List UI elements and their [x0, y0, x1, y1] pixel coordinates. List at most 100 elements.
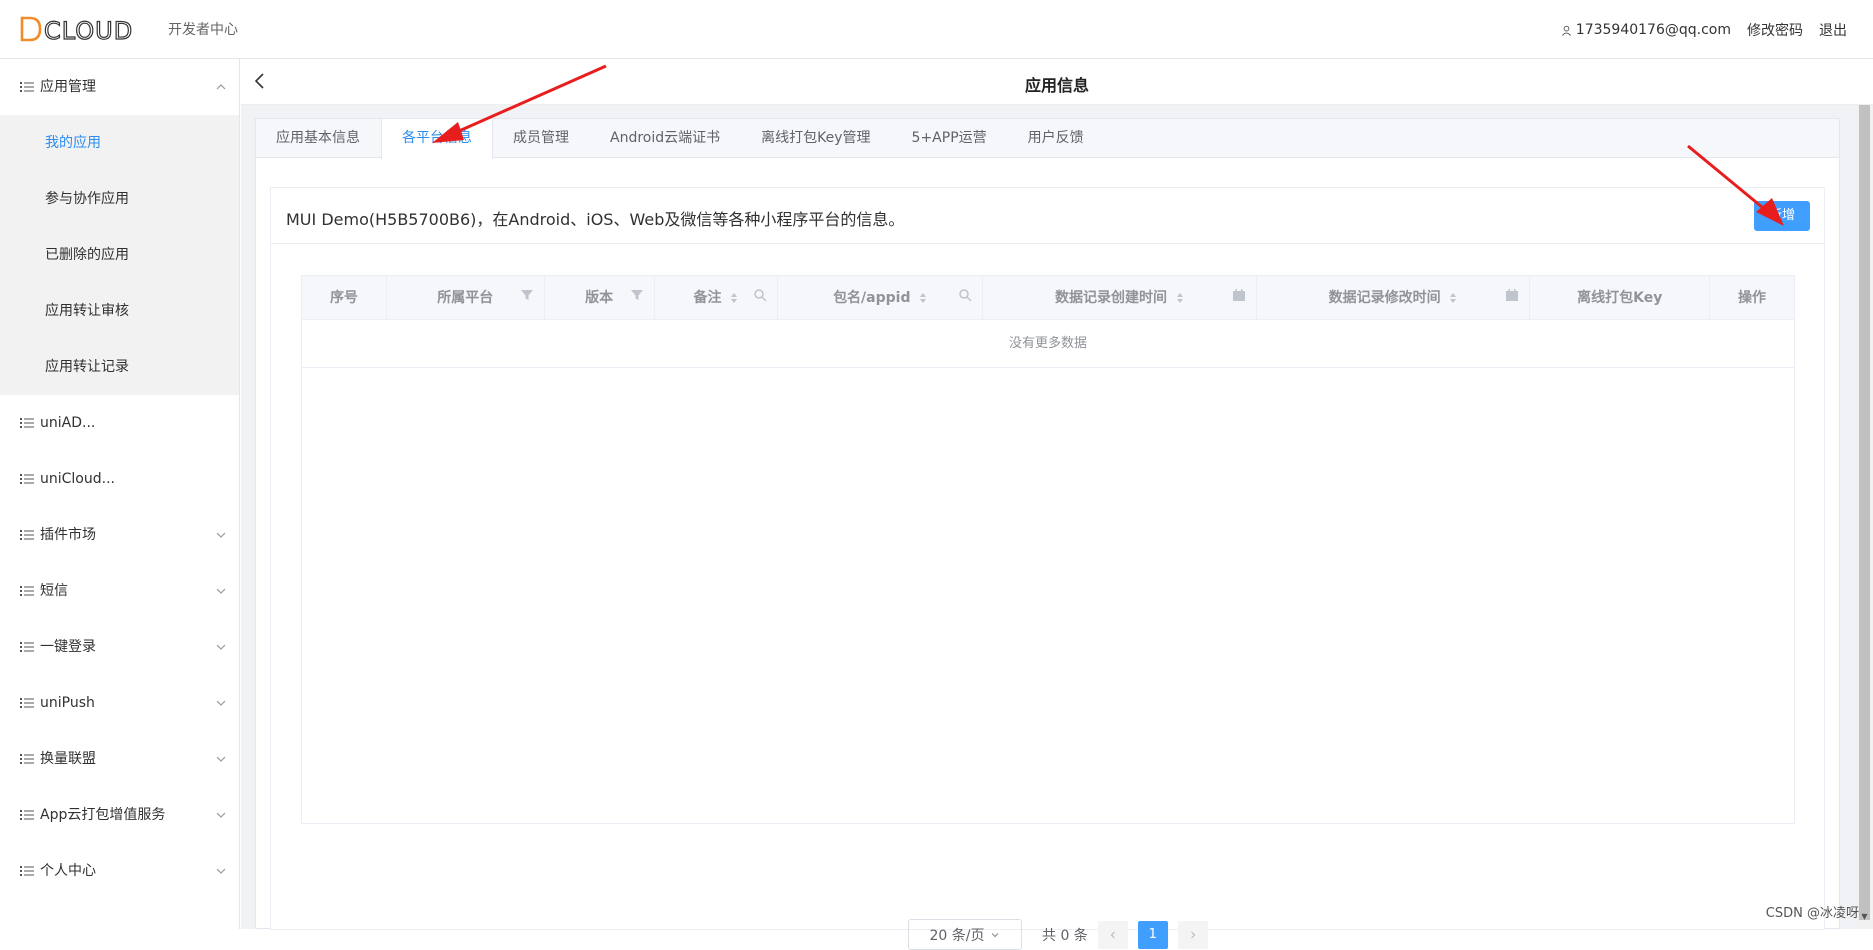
tab-feedback[interactable]: 用户反馈: [1008, 119, 1105, 158]
table-empty-row: 没有更多数据: [302, 320, 1794, 368]
list-icon: [20, 418, 34, 428]
sidebar-item-label: 短信: [40, 583, 68, 599]
list-icon: [20, 530, 34, 540]
prev-page-button[interactable]: [1097, 920, 1128, 949]
tab-android-cert[interactable]: Android云端证书: [590, 119, 741, 158]
sidebar-item-plugin-market[interactable]: 插件市场: [0, 507, 239, 563]
user-icon: [1561, 25, 1571, 36]
table-header: 序号 所属平台 版本 备注 包名/appid 数据记录创建时间 数据记录修改时间…: [302, 276, 1794, 320]
sort-icon[interactable]: [1449, 292, 1457, 304]
tab-offline-key[interactable]: 离线打包Key管理: [741, 119, 891, 158]
search-icon[interactable]: [753, 288, 767, 302]
list-icon: [20, 642, 34, 652]
chevron-down-icon: [992, 932, 999, 937]
tab-basic-info[interactable]: 应用基本信息: [256, 119, 381, 158]
column-label: 操作: [1738, 290, 1767, 306]
column-label: 备注: [693, 290, 722, 306]
logout-link[interactable]: 退出: [1819, 20, 1847, 40]
sidebar-item-uniad[interactable]: uniAD...: [0, 395, 239, 451]
list-icon: [20, 586, 34, 596]
list-icon: [20, 82, 34, 92]
sidebar-item-collab-apps[interactable]: 参与协作应用: [0, 171, 239, 227]
sort-icon[interactable]: [730, 292, 738, 304]
sort-icon[interactable]: [919, 292, 927, 304]
column-version[interactable]: 版本: [545, 276, 655, 320]
page-size-label: 20 条/页: [929, 927, 985, 944]
column-index: 序号: [302, 276, 387, 320]
column-remark[interactable]: 备注: [655, 276, 779, 320]
filter-icon[interactable]: [520, 288, 534, 302]
sidebar-item-app-cloud-build[interactable]: App云打包增值服务: [0, 787, 239, 843]
pagination: 20 条/页 共 0 条 1: [908, 919, 1208, 950]
sidebar-item-sms[interactable]: 短信: [0, 563, 239, 619]
list-icon: [20, 474, 34, 484]
chevron-down-icon: [216, 588, 226, 594]
search-icon[interactable]: [958, 288, 972, 302]
panel-header: MUI Demo(H5B5700B6)，在Android、iOS、Web及微信等…: [271, 188, 1824, 244]
column-platform[interactable]: 所属平台: [387, 276, 545, 320]
sidebar-item-one-click-login[interactable]: 一键登录: [0, 619, 239, 675]
chevron-down-icon: [216, 532, 226, 538]
calendar-icon[interactable]: [1232, 288, 1246, 302]
panel-title: MUI Demo(H5B5700B6)，在Android、iOS、Web及微信等…: [286, 210, 905, 229]
sidebar-item-deleted-apps[interactable]: 已删除的应用: [0, 227, 239, 283]
sidebar-item-unipush[interactable]: uniPush: [0, 675, 239, 731]
column-label: 包名/appid: [833, 290, 911, 306]
sidebar-item-traffic-alliance[interactable]: 换量联盟: [0, 731, 239, 787]
tab-members[interactable]: 成员管理: [493, 119, 590, 158]
add-button[interactable]: 新增: [1754, 201, 1810, 231]
column-created-time[interactable]: 数据记录创建时间: [983, 276, 1257, 320]
tab-bar: 应用基本信息 各平台信息 成员管理 Android云端证书 离线打包Key管理 …: [256, 119, 1839, 159]
sidebar-item-transfer-record[interactable]: 应用转让记录: [0, 339, 239, 395]
sidebar-item-label: uniCloud...: [40, 471, 115, 487]
app-info-card: 应用基本信息 各平台信息 成员管理 Android云端证书 离线打包Key管理 …: [255, 118, 1840, 950]
chevron-up-icon: [216, 84, 226, 90]
column-package[interactable]: 包名/appid: [778, 276, 984, 320]
tab-platform-info[interactable]: 各平台信息: [381, 119, 493, 159]
column-label: 所属平台: [437, 290, 494, 306]
page-title: 应用信息: [1024, 76, 1089, 95]
sidebar-item-my-apps[interactable]: 我的应用: [0, 115, 239, 171]
user-email: 1735940176@qq.com: [1575, 22, 1731, 38]
user-account[interactable]: 1735940176@qq.com: [1561, 22, 1731, 38]
change-password-link[interactable]: 修改密码: [1747, 20, 1803, 40]
list-icon: [20, 810, 34, 820]
next-page-button[interactable]: [1177, 920, 1208, 949]
column-label: 序号: [329, 290, 358, 306]
sidebar-item-transfer-review[interactable]: 应用转让审核: [0, 283, 239, 339]
sidebar-item-label: 换量联盟: [40, 751, 96, 767]
page-title-bar: 应用信息: [241, 59, 1873, 105]
watermark: CSDN @冰凌呀: [1765, 906, 1859, 921]
list-icon: [20, 698, 34, 708]
sidebar-item-unicloud[interactable]: uniCloud...: [0, 451, 239, 507]
total-count: 共 0 条: [1042, 927, 1088, 944]
column-actions: 操作: [1710, 276, 1794, 320]
chevron-down-icon: [216, 868, 226, 874]
column-modified-time[interactable]: 数据记录修改时间: [1257, 276, 1531, 320]
column-label: 版本: [585, 290, 614, 306]
scroll-down-icon[interactable]: ▼: [1859, 912, 1870, 924]
sidebar-item-label: uniAD...: [40, 415, 96, 431]
chevron-down-icon: [216, 756, 226, 762]
column-label: 数据记录修改时间: [1328, 290, 1441, 306]
sidebar-item-label: uniPush: [40, 695, 95, 711]
tab-5plus-ops[interactable]: 5+APP运营: [892, 119, 1008, 158]
sidebar-item-label: 插件市场: [40, 527, 96, 543]
page-size-select[interactable]: 20 条/页: [908, 919, 1022, 950]
chevron-down-icon: [216, 700, 226, 706]
platform-info-panel: MUI Demo(H5B5700B6)，在Android、iOS、Web及微信等…: [270, 187, 1825, 950]
sidebar-item-app-management[interactable]: 应用管理: [0, 59, 239, 115]
page-number-current[interactable]: 1: [1137, 920, 1168, 949]
scrollbar-thumb[interactable]: [1859, 105, 1870, 920]
dcloud-logo[interactable]: CLOUD 开发者中心: [20, 14, 238, 44]
svg-text:CLOUD: CLOUD: [44, 17, 133, 44]
column-offline-key: 离线打包Key: [1530, 276, 1711, 320]
sidebar-item-personal-center[interactable]: 个人中心: [0, 843, 239, 899]
calendar-icon[interactable]: [1505, 288, 1519, 302]
list-icon: [20, 754, 34, 764]
sidebar-item-label: App云打包增值服务: [40, 807, 166, 823]
sort-icon[interactable]: [1176, 292, 1184, 304]
logo-subtitle: 开发者中心: [168, 22, 238, 38]
filter-icon[interactable]: [630, 288, 644, 302]
platform-table: 序号 所属平台 版本 备注 包名/appid 数据记录创建时间 数据记录修改时间…: [301, 275, 1795, 824]
